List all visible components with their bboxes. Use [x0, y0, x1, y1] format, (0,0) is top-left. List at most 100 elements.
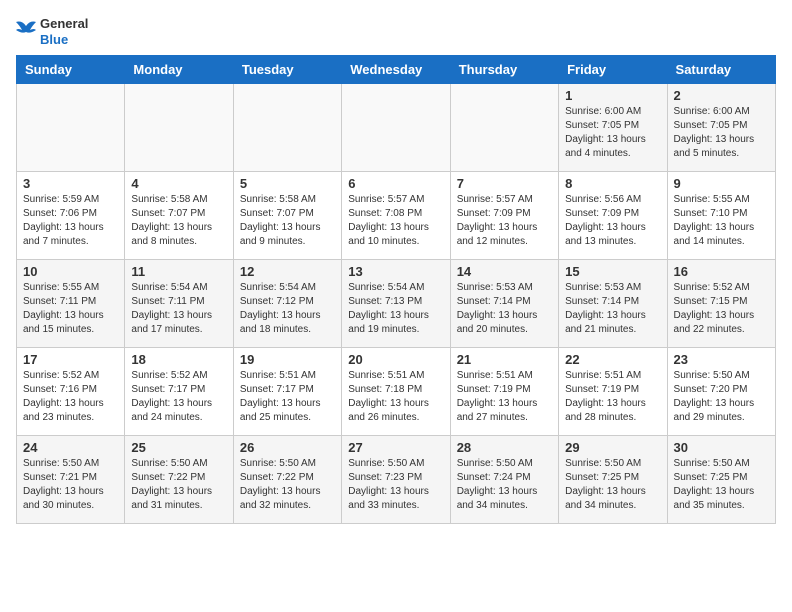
day-info: Sunrise: 5:55 AMSunset: 7:10 PMDaylight:… — [674, 193, 769, 249]
calendar-cell: 14 Sunrise: 5:53 AMSunset: 7:14 PMDayligh… — [450, 260, 558, 348]
day-info: Sunrise: 5:57 AMSunset: 7:08 PMDaylight:… — [348, 193, 443, 249]
logo-container: General Blue — [16, 16, 88, 47]
weekday-header-tuesday: Tuesday — [233, 56, 341, 84]
day-number: 28 — [457, 440, 552, 455]
calendar-cell: 28Sunrise: 5:50 AMSunset: 7:24 PMDayligh… — [450, 436, 558, 524]
calendar-cell: 20 Sunrise: 5:51 AMSunset: 7:18 PMDayligh… — [342, 348, 450, 436]
day-number: 2 — [674, 88, 769, 103]
day-number: 12 — [240, 264, 335, 279]
day-info: Sunrise: 5:50 AMSunset: 7:23 PMDaylight:… — [348, 457, 443, 513]
calendar-cell — [125, 84, 233, 172]
day-number: 10 — [23, 264, 118, 279]
calendar-table: SundayMondayTuesdayWednesdayThursdayFrid… — [16, 55, 776, 524]
day-number: 13 — [348, 264, 443, 279]
calendar-cell: 10 Sunrise: 5:55 AMSunset: 7:11 PMDayligh… — [17, 260, 125, 348]
logo-bird-icon — [16, 18, 36, 46]
day-number: 1 — [565, 88, 660, 103]
day-info: Sunrise: 5:55 AMSunset: 7:11 PMDaylight:… — [23, 281, 118, 337]
day-number: 19 — [240, 352, 335, 367]
calendar-cell: 7Sunrise: 5:57 AMSunset: 7:09 PMDaylight… — [450, 172, 558, 260]
day-info: Sunrise: 5:53 AMSunset: 7:14 PMDaylight:… — [565, 281, 660, 337]
calendar-cell: 9 Sunrise: 5:55 AMSunset: 7:10 PMDaylight… — [667, 172, 775, 260]
weekday-header-sunday: Sunday — [17, 56, 125, 84]
calendar-week-row: 3 Sunrise: 5:59 AMSunset: 7:06 PMDaylight… — [17, 172, 776, 260]
day-info: Sunrise: 5:52 AMSunset: 7:17 PMDaylight:… — [131, 369, 226, 425]
calendar-cell: 24 Sunrise: 5:50 AMSunset: 7:21 PMDayligh… — [17, 436, 125, 524]
day-number: 9 — [674, 176, 769, 191]
day-info: Sunrise: 5:50 AMSunset: 7:22 PMDaylight:… — [240, 457, 335, 513]
day-info: Sunrise: 5:52 AMSunset: 7:15 PMDaylight:… — [674, 281, 769, 337]
day-number: 11 — [131, 264, 226, 279]
calendar-cell: 16 Sunrise: 5:52 AMSunset: 7:15 PMDayligh… — [667, 260, 775, 348]
calendar-cell: 25 Sunrise: 5:50 AMSunset: 7:22 PMDayligh… — [125, 436, 233, 524]
day-number: 8 — [565, 176, 660, 191]
calendar-cell: 29Sunrise: 5:50 AMSunset: 7:25 PMDayligh… — [559, 436, 667, 524]
day-number: 21 — [457, 352, 552, 367]
day-info: Sunrise: 5:50 AMSunset: 7:25 PMDaylight:… — [674, 457, 769, 513]
calendar-cell: 30 Sunrise: 5:50 AMSunset: 7:25 PMDayligh… — [667, 436, 775, 524]
day-info: Sunrise: 5:57 AMSunset: 7:09 PMDaylight:… — [457, 193, 552, 249]
weekday-header-monday: Monday — [125, 56, 233, 84]
day-number: 22 — [565, 352, 660, 367]
day-number: 23 — [674, 352, 769, 367]
day-info: Sunrise: 5:50 AMSunset: 7:21 PMDaylight:… — [23, 457, 118, 513]
day-number: 27 — [348, 440, 443, 455]
calendar-cell — [17, 84, 125, 172]
calendar-cell: 1 Sunrise: 6:00 AMSunset: 7:05 PMDaylight… — [559, 84, 667, 172]
day-info: Sunrise: 5:56 AMSunset: 7:09 PMDaylight:… — [565, 193, 660, 249]
calendar-cell: 12Sunrise: 5:54 AMSunset: 7:12 PMDayligh… — [233, 260, 341, 348]
page-header: General Blue — [16, 16, 776, 47]
day-info: Sunrise: 5:53 AMSunset: 7:14 PMDaylight:… — [457, 281, 552, 337]
day-number: 15 — [565, 264, 660, 279]
day-info: Sunrise: 5:58 AMSunset: 7:07 PMDaylight:… — [240, 193, 335, 249]
day-number: 14 — [457, 264, 552, 279]
calendar-cell: 2Sunrise: 6:00 AMSunset: 7:05 PMDaylight… — [667, 84, 775, 172]
day-number: 5 — [240, 176, 335, 191]
calendar-week-row: 24 Sunrise: 5:50 AMSunset: 7:21 PMDayligh… — [17, 436, 776, 524]
day-info: Sunrise: 5:59 AMSunset: 7:06 PMDaylight:… — [23, 193, 118, 249]
calendar-cell — [342, 84, 450, 172]
logo-general: General — [40, 16, 88, 32]
calendar-cell: 17 Sunrise: 5:52 AMSunset: 7:16 PMDayligh… — [17, 348, 125, 436]
calendar-cell: 21 Sunrise: 5:51 AMSunset: 7:19 PMDayligh… — [450, 348, 558, 436]
day-number: 30 — [674, 440, 769, 455]
day-number: 18 — [131, 352, 226, 367]
day-info: Sunrise: 5:58 AMSunset: 7:07 PMDaylight:… — [131, 193, 226, 249]
calendar-cell — [233, 84, 341, 172]
day-info: Sunrise: 5:54 AMSunset: 7:13 PMDaylight:… — [348, 281, 443, 337]
day-info: Sunrise: 5:51 AMSunset: 7:19 PMDaylight:… — [457, 369, 552, 425]
day-number: 20 — [348, 352, 443, 367]
calendar-cell: 22 Sunrise: 5:51 AMSunset: 7:19 PMDayligh… — [559, 348, 667, 436]
day-info: Sunrise: 5:50 AMSunset: 7:22 PMDaylight:… — [131, 457, 226, 513]
calendar-cell: 5 Sunrise: 5:58 AMSunset: 7:07 PMDaylight… — [233, 172, 341, 260]
calendar-cell: 19Sunrise: 5:51 AMSunset: 7:17 PMDayligh… — [233, 348, 341, 436]
calendar-week-row: 1 Sunrise: 6:00 AMSunset: 7:05 PMDaylight… — [17, 84, 776, 172]
day-info: Sunrise: 5:50 AMSunset: 7:20 PMDaylight:… — [674, 369, 769, 425]
weekday-header-friday: Friday — [559, 56, 667, 84]
day-number: 16 — [674, 264, 769, 279]
day-number: 29 — [565, 440, 660, 455]
day-number: 3 — [23, 176, 118, 191]
calendar-cell: 13 Sunrise: 5:54 AMSunset: 7:13 PMDayligh… — [342, 260, 450, 348]
calendar-cell: 23 Sunrise: 5:50 AMSunset: 7:20 PMDayligh… — [667, 348, 775, 436]
calendar-week-row: 17 Sunrise: 5:52 AMSunset: 7:16 PMDayligh… — [17, 348, 776, 436]
calendar-cell: 3 Sunrise: 5:59 AMSunset: 7:06 PMDaylight… — [17, 172, 125, 260]
calendar-cell: 11Sunrise: 5:54 AMSunset: 7:11 PMDayligh… — [125, 260, 233, 348]
day-info: Sunrise: 5:51 AMSunset: 7:18 PMDaylight:… — [348, 369, 443, 425]
day-number: 25 — [131, 440, 226, 455]
day-info: Sunrise: 5:51 AMSunset: 7:19 PMDaylight:… — [565, 369, 660, 425]
day-number: 24 — [23, 440, 118, 455]
logo-blue: Blue — [40, 32, 88, 48]
calendar-cell — [450, 84, 558, 172]
day-info: Sunrise: 6:00 AMSunset: 7:05 PMDaylight:… — [565, 105, 660, 161]
day-number: 6 — [348, 176, 443, 191]
calendar-cell: 4Sunrise: 5:58 AMSunset: 7:07 PMDaylight… — [125, 172, 233, 260]
logo: General Blue — [16, 16, 88, 47]
calendar-cell: 15 Sunrise: 5:53 AMSunset: 7:14 PMDayligh… — [559, 260, 667, 348]
calendar-cell: 8 Sunrise: 5:56 AMSunset: 7:09 PMDaylight… — [559, 172, 667, 260]
day-info: Sunrise: 5:52 AMSunset: 7:16 PMDaylight:… — [23, 369, 118, 425]
calendar-cell: 26 Sunrise: 5:50 AMSunset: 7:22 PMDayligh… — [233, 436, 341, 524]
calendar-week-row: 10 Sunrise: 5:55 AMSunset: 7:11 PMDayligh… — [17, 260, 776, 348]
day-number: 17 — [23, 352, 118, 367]
day-number: 26 — [240, 440, 335, 455]
